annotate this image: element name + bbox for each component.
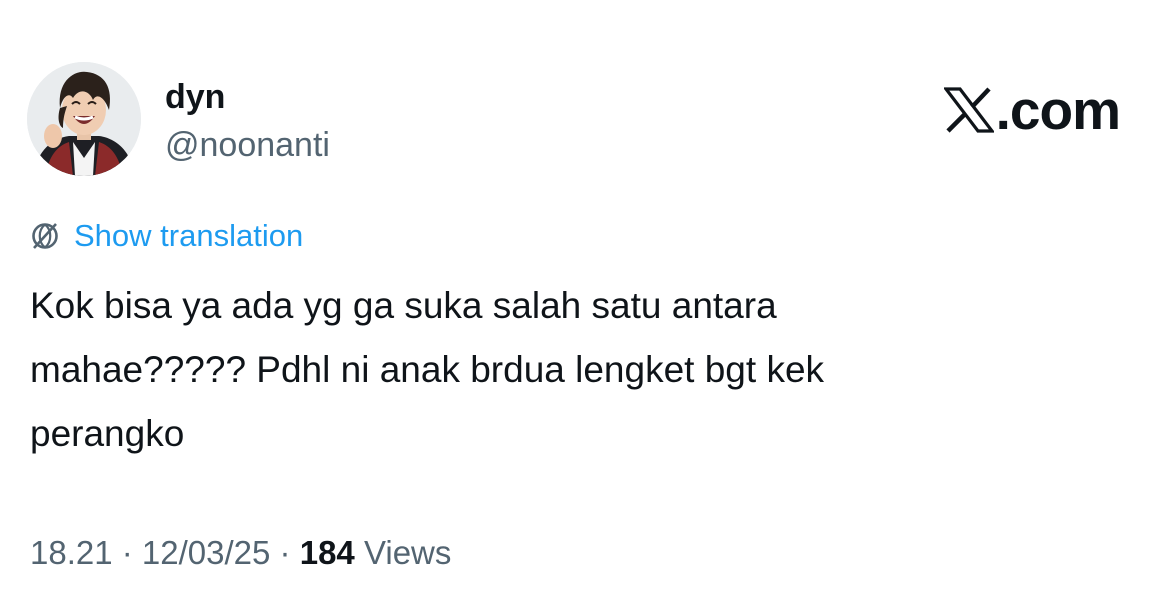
brand-watermark: .com: [943, 79, 1121, 141]
globe-icon: [32, 223, 58, 249]
profile-photo: [27, 62, 141, 176]
views-label: Views: [354, 534, 452, 571]
tweet-time[interactable]: 18.21: [30, 534, 113, 571]
tweet-body: Kok bisa ya ada yg ga suka salah satu an…: [30, 274, 1120, 466]
meta-separator: ·: [270, 534, 300, 571]
avatar[interactable]: [27, 62, 141, 176]
author-handle[interactable]: @noonanti: [165, 124, 330, 166]
tweet-line: mahae????? Pdhl ni anak brdua lengket bg…: [30, 349, 825, 390]
meta-separator: ·: [112, 534, 142, 571]
author-display-name[interactable]: dyn: [165, 76, 225, 118]
brand-domain-text: .com: [995, 79, 1121, 141]
tweet-line: Kok bisa ya ada yg ga suka salah satu an…: [30, 285, 777, 326]
views-count[interactable]: 184: [300, 534, 355, 571]
tweet-date[interactable]: 12/03/25: [142, 534, 270, 571]
tweet-line: perangko: [30, 413, 185, 454]
tweet-meta: 18.21 · 12/03/25 · 184 Views: [30, 530, 451, 576]
x-logo-icon: [943, 87, 994, 133]
translation-row[interactable]: Show translation: [30, 216, 303, 256]
show-translation-link[interactable]: Show translation: [74, 216, 303, 256]
